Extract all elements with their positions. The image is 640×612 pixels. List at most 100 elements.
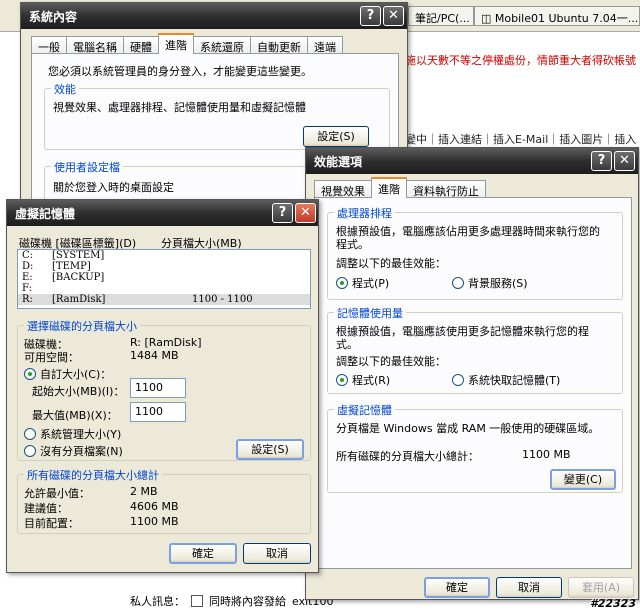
- space-value: 1484 MB: [130, 349, 179, 362]
- cpu-background-label: 背景服務(S): [468, 277, 528, 290]
- system-managed-label: 系統管理大小(Y): [40, 428, 122, 441]
- close-icon[interactable]: ✕: [295, 203, 316, 223]
- browser-tab-2[interactable]: ◫ Mobile01 Ubuntu 7.04一...: [474, 6, 640, 26]
- send-copy-checkbox[interactable]: [191, 595, 203, 607]
- system-managed-radio[interactable]: 系統管理大小(Y): [24, 426, 121, 442]
- tab-system-restore[interactable]: 系統還原: [193, 36, 251, 54]
- close-icon[interactable]: ✕: [383, 6, 404, 26]
- user-profiles-desc: 關於您登入時的桌面設定: [53, 181, 174, 194]
- no-paging-label: 沒有分頁檔案(N): [40, 445, 123, 458]
- radio-selected-icon: [24, 368, 36, 380]
- perf-advanced-panel: 處理器排程 根據預設值，電腦應該佔用更多處理器時間來執行您的 程式。 調整以下的…: [314, 197, 632, 569]
- radio-empty-icon: [452, 277, 464, 289]
- cancel-button[interactable]: 取消: [243, 543, 311, 564]
- browser-tab-1-label: 筆記/PC(...: [415, 12, 470, 25]
- apply-button[interactable]: 套用(A): [568, 577, 634, 598]
- editor-toolbar[interactable]: 變中｜插入連結｜插入E-Mail｜插入圖片｜插入: [405, 131, 636, 147]
- mem-cache-radio[interactable]: 系統快取記憶體(T): [452, 372, 560, 388]
- drive-letter: C:: [22, 250, 34, 261]
- performance-options-window: 效能選項 ? ✕ 視覺效果 進階 資料執行防止 處理器排程 根據預設值，電腦應該…: [305, 147, 639, 600]
- min-allowed-key: 允許最小值：: [24, 487, 90, 500]
- memory-usage-group: 記憶體使用量 根據預設值，電腦應該使用更多記憶體來執行您的程 式。 調整以下的最…: [327, 305, 623, 394]
- private-message-row: 私人訊息： 同時將內容發給 exit100: [130, 593, 333, 609]
- drive-row[interactable]: C: [SYSTEM]: [18, 250, 310, 261]
- window-title: 系統內容: [29, 10, 78, 24]
- drive-letter: D:: [22, 261, 34, 272]
- drive-volume-label: [BACKUP]: [52, 272, 105, 283]
- mem-programs-radio[interactable]: 程式(R): [336, 372, 390, 388]
- space-key: 可用空間：: [24, 351, 79, 364]
- drive-row[interactable]: E: [BACKUP]: [18, 272, 310, 283]
- radio-empty-icon: [452, 374, 464, 386]
- selected-drive-group: 選擇磁碟的分頁檔大小 磁碟機： R: [RamDisk] 可用空間： 1484 …: [17, 318, 311, 461]
- cpu-desc-line2: 程式。: [336, 238, 369, 251]
- drive-letter: F:: [22, 283, 32, 294]
- mem-cache-label: 系統快取記憶體(T): [468, 374, 561, 387]
- min-allowed-value: 2 MB: [130, 485, 158, 498]
- tab-hardware[interactable]: 硬體: [123, 36, 159, 54]
- tab-general[interactable]: 一般: [31, 36, 67, 54]
- max-size-input[interactable]: 1100: [130, 402, 186, 422]
- close-icon[interactable]: ✕: [614, 151, 635, 171]
- cpu-background-radio[interactable]: 背景服務(S): [452, 275, 528, 291]
- radio-selected-icon: [336, 374, 348, 386]
- change-button[interactable]: 變更(C): [550, 469, 616, 490]
- performance-desc: 視覺效果、處理器排程、記憶體使用量和虛擬記憶體: [53, 101, 306, 114]
- total-paging-label: 所有磁碟的分頁檔大小總計: [24, 467, 162, 483]
- tab-visual-effects[interactable]: 視覺效果: [314, 180, 372, 198]
- virtual-memory-label: 虛擬記憶體: [334, 402, 395, 418]
- forum-rule-notice: 施以天數不等之停權處份，情節重大者得砍帳號: [405, 54, 636, 67]
- radio-empty-icon: [24, 445, 36, 457]
- vm-desc: 分頁檔是 Windows 當成 RAM 一般使用的硬碟區域。: [336, 422, 600, 435]
- browser-tab-1[interactable]: 筆記/PC(...: [408, 6, 474, 26]
- drive-letter: E:: [22, 272, 33, 283]
- set-button[interactable]: 設定(S): [236, 439, 304, 460]
- cpu-programs-radio[interactable]: 程式(P): [336, 275, 389, 291]
- cpu-scheduling-label: 處理器排程: [334, 205, 395, 221]
- custom-size-radio[interactable]: 自訂大小(C)：: [24, 366, 111, 382]
- tab-advanced[interactable]: 進階: [371, 177, 407, 198]
- ok-button[interactable]: 確定: [424, 577, 490, 598]
- current-value: 1100 MB: [130, 515, 179, 528]
- cpu-adjust-label: 調整以下的最佳效能：: [336, 257, 446, 270]
- no-paging-radio[interactable]: 沒有分頁檔案(N): [24, 443, 123, 459]
- current-key: 目前配置：: [24, 517, 79, 530]
- system-properties-titlebar[interactable]: 系統內容 ? ✕: [21, 3, 407, 29]
- drive-row[interactable]: F:: [18, 283, 310, 294]
- ok-button[interactable]: 確定: [169, 543, 237, 564]
- cpu-desc-line1: 根據預設值，電腦應該佔用更多處理器時間來執行您的: [336, 225, 600, 238]
- browser-tab-2-label: Mobile01 Ubuntu 7.04一...: [494, 12, 639, 25]
- drive-volume-label: [SYSTEM]: [52, 250, 105, 261]
- help-icon[interactable]: ?: [591, 151, 612, 171]
- tab-auto-update[interactable]: 自動更新: [250, 36, 308, 54]
- performance-settings-button[interactable]: 設定(S): [303, 126, 369, 147]
- radio-selected-icon: [336, 277, 348, 289]
- sysprop-tabs: 一般 電腦名稱 硬體 進階 系統還原 自動更新 遠端: [31, 33, 343, 54]
- cancel-button[interactable]: 取消: [496, 577, 562, 598]
- private-message-label: 私人訊息：: [130, 595, 185, 608]
- mem-desc-line1: 根據預設值，電腦應該使用更多記憶體來執行您的程: [336, 325, 589, 338]
- memory-usage-label: 記憶體使用量: [334, 305, 406, 321]
- drive-row[interactable]: D: [TEMP]: [18, 261, 310, 272]
- send-copy-label: 同時將內容發給: [209, 595, 286, 608]
- mem-desc-line2: 式。: [336, 338, 358, 351]
- help-icon[interactable]: ?: [360, 6, 381, 26]
- initial-size-input[interactable]: 1100: [130, 378, 186, 398]
- drive-row[interactable]: R: [RamDisk] 1100 - 1100: [18, 294, 310, 305]
- virtual-memory-titlebar[interactable]: 虛擬記憶體 ? ✕: [7, 200, 318, 226]
- performance-options-titlebar[interactable]: 效能選項 ? ✕: [306, 148, 638, 174]
- total-paging-group: 所有磁碟的分頁檔大小總計 允許最小值： 2 MB 建議值： 4606 MB 目前…: [17, 467, 311, 534]
- mem-adjust-label: 調整以下的最佳效能：: [336, 355, 446, 368]
- initial-size-label: 起始大小(MB)(I)：: [32, 385, 125, 398]
- tab-computer-name[interactable]: 電腦名稱: [66, 36, 124, 54]
- tab-advanced[interactable]: 進階: [158, 33, 194, 54]
- recommended-key: 建議值：: [24, 502, 68, 515]
- drive-list[interactable]: C: [SYSTEM] D: [TEMP] E: [BACKUP] F: R: [RamDisk…: [17, 249, 311, 309]
- radio-empty-icon: [24, 428, 36, 440]
- tab-remote[interactable]: 遠端: [307, 36, 343, 54]
- help-icon[interactable]: ?: [272, 203, 293, 223]
- drive-volume-label: [TEMP]: [52, 261, 91, 272]
- max-size-label: 最大值(MB)(X)：: [32, 409, 118, 422]
- tab-dep[interactable]: 資料執行防止: [406, 180, 486, 198]
- user-profiles-group-label: 使用者設定檔: [51, 159, 123, 175]
